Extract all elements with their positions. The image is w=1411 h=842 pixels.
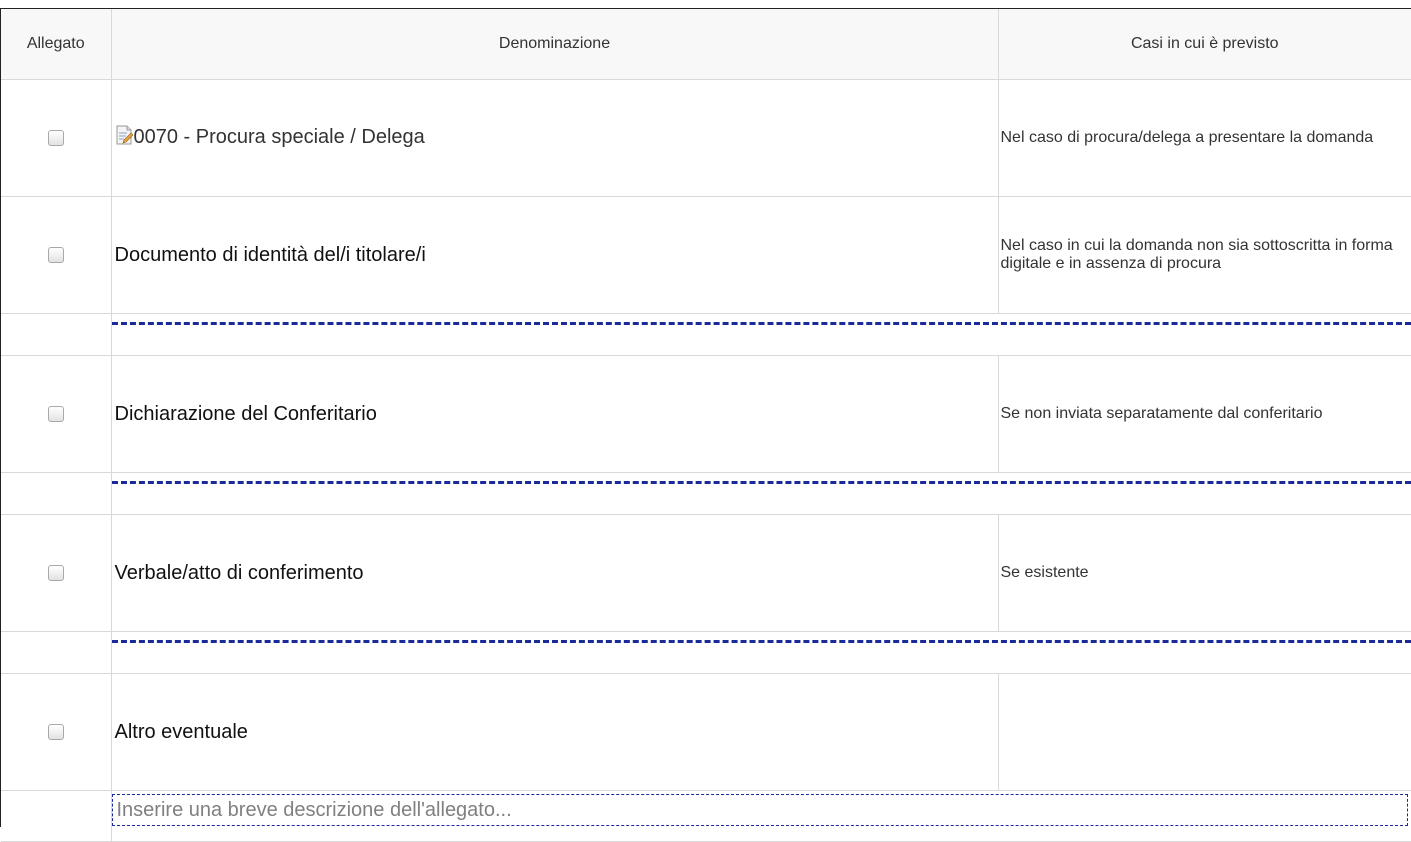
description-row: [1, 473, 1411, 515]
attach-checkbox[interactable]: [48, 406, 64, 422]
attachment-name: Altro eventuale: [111, 674, 998, 791]
table-row: Altro eventuale: [1, 674, 1411, 791]
attach-checkbox-cell: [1, 197, 111, 314]
header-casi: Casi in cui è previsto: [998, 9, 1411, 80]
dashed-separator: [112, 640, 1411, 643]
attachment-name: Verbale/atto di conferimento: [111, 515, 998, 632]
header-allegato: Allegato: [1, 9, 111, 80]
description-spacer: [1, 473, 111, 515]
dashed-separator: [112, 322, 1411, 325]
attach-checkbox[interactable]: [48, 724, 64, 740]
description-spacer: [1, 791, 111, 842]
header-denominazione: Denominazione: [111, 9, 998, 80]
attachment-cases: Se esistente: [998, 515, 1411, 632]
description-input[interactable]: [112, 794, 1408, 826]
attach-checkbox-cell: [1, 515, 111, 632]
attach-checkbox-cell: [1, 674, 111, 791]
description-spacer: [1, 632, 111, 674]
attachment-name: Dichiarazione del Conferitario: [111, 356, 998, 473]
edit-document-icon: [115, 125, 133, 151]
attach-checkbox[interactable]: [48, 565, 64, 581]
description-spacer: [1, 314, 111, 356]
attachment-cases: Nel caso di procura/delega a presentare …: [998, 80, 1411, 197]
attachment-name: 0070 - Procura speciale / Delega: [134, 126, 425, 148]
attachment-name-cell[interactable]: 0070 - Procura speciale / Delega: [111, 80, 998, 197]
table-row: Dichiarazione del Conferitario Se non in…: [1, 356, 1411, 473]
attachments-table: Allegato Denominazione Casi in cui è pre…: [1, 9, 1411, 842]
attach-checkbox[interactable]: [48, 130, 64, 146]
attach-checkbox[interactable]: [48, 247, 64, 263]
attachment-name: Documento di identità del/i titolare/i: [111, 197, 998, 314]
attach-checkbox-cell: [1, 356, 111, 473]
description-row: [1, 314, 1411, 356]
attachment-cases: Nel caso in cui la domanda non sia sotto…: [998, 197, 1411, 314]
attachment-cases: [998, 674, 1411, 791]
attach-checkbox-cell: [1, 80, 111, 197]
table-row: Documento di identità del/i titolare/i N…: [1, 197, 1411, 314]
table-header-row: Allegato Denominazione Casi in cui è pre…: [1, 9, 1411, 80]
attachments-panel: Allegato Denominazione Casi in cui è pre…: [0, 8, 1411, 827]
dashed-separator: [112, 481, 1411, 484]
description-line: [111, 473, 1411, 515]
description-line: [111, 314, 1411, 356]
table-row: 0070 - Procura speciale / Delega Nel cas…: [1, 80, 1411, 197]
description-cell: [111, 791, 1411, 842]
description-row: [1, 632, 1411, 674]
description-row: [1, 791, 1411, 842]
attachment-cases: Se non inviata separatamente dal conferi…: [998, 356, 1411, 473]
description-line: [111, 632, 1411, 674]
table-row: Verbale/atto di conferimento Se esistent…: [1, 515, 1411, 632]
